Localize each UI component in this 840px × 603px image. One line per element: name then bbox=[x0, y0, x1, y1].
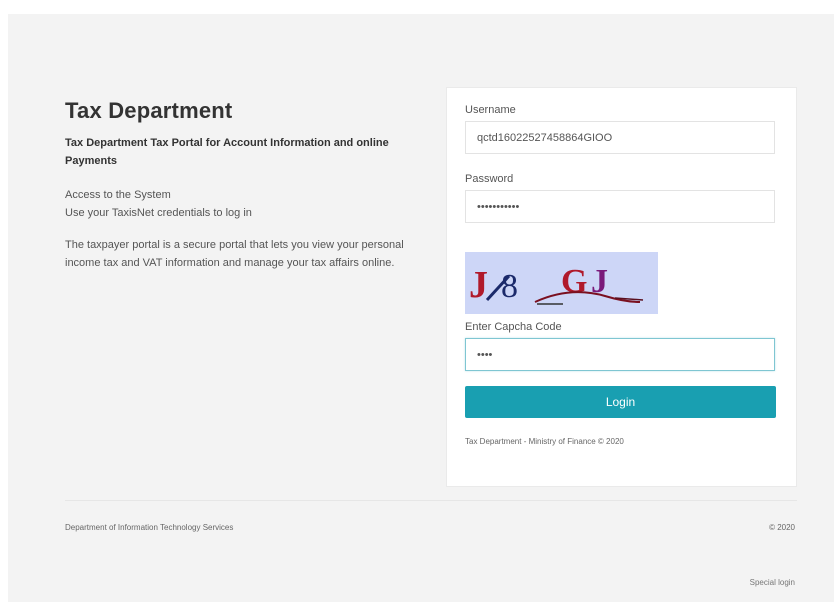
username-label: Username bbox=[465, 104, 516, 116]
password-label: Password bbox=[465, 173, 514, 185]
password-input[interactable] bbox=[465, 190, 775, 223]
access-line-1: Access to the System bbox=[65, 189, 171, 201]
captcha-image: J 8 G J bbox=[465, 252, 658, 314]
card-copyright: Tax Department - Ministry of Finance © 2… bbox=[465, 437, 624, 446]
access-line-2: Use your TaxisNet credentials to log in bbox=[65, 207, 252, 219]
svg-text:J: J bbox=[469, 264, 488, 306]
portal-description: The taxpayer portal is a secure portal t… bbox=[65, 239, 404, 269]
page-subtitle: Tax Department Tax Portal for Account In… bbox=[65, 137, 389, 167]
username-input[interactable] bbox=[465, 121, 775, 154]
special-login-link[interactable]: Special login bbox=[750, 578, 795, 587]
page-title: Tax Department bbox=[65, 98, 233, 123]
footer-copyright: © 2020 bbox=[769, 523, 795, 532]
captcha-label: Enter Capcha Code bbox=[465, 321, 562, 333]
footer-department: Department of Information Technology Ser… bbox=[65, 523, 234, 532]
footer-divider bbox=[65, 500, 797, 501]
captcha-graphic: J 8 G J bbox=[469, 263, 644, 306]
login-card: Username Password J 8 G J Enter Capcha C… bbox=[446, 87, 797, 487]
access-text: Access to the System Use your TaxisNet c… bbox=[65, 186, 425, 222]
login-button[interactable]: Login bbox=[465, 386, 776, 418]
captcha-input[interactable] bbox=[465, 338, 775, 371]
svg-text:G: G bbox=[561, 263, 587, 300]
page-background: Tax Department Tax Department Tax Portal… bbox=[8, 14, 834, 602]
svg-text:8: 8 bbox=[501, 268, 518, 305]
info-panel: Tax Department Tax Department Tax Portal… bbox=[65, 98, 425, 286]
